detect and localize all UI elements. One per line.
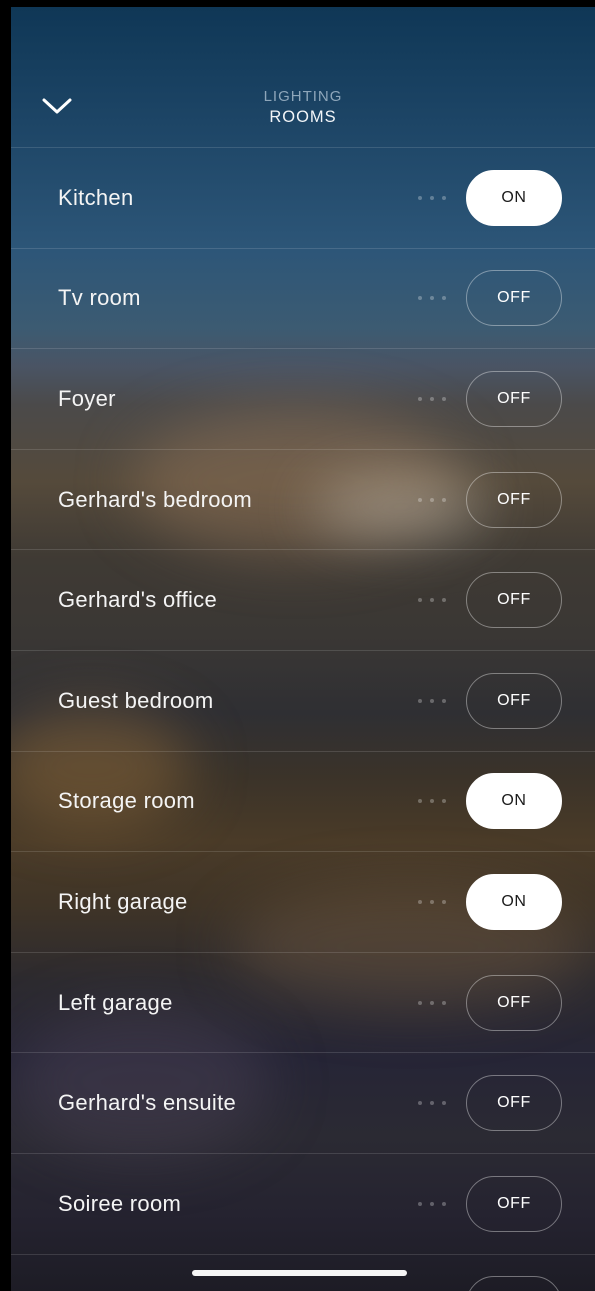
lighting-rooms-screen: LIGHTING ROOMS Kitchen ON Tv room OFF Foyer O… <box>11 7 595 1291</box>
more-dots-icon[interactable] <box>418 1097 446 1109</box>
home-indicator[interactable] <box>192 1270 407 1276</box>
dot <box>418 1201 422 1206</box>
light-toggle-button[interactable] <box>466 1276 562 1291</box>
dot <box>442 497 446 502</box>
rooms-list: Kitchen ON Tv room OFF Foyer OFF Gerhard's bed… <box>11 147 595 1291</box>
dot <box>442 296 446 301</box>
dot <box>442 195 446 200</box>
light-toggle-button[interactable]: OFF <box>466 471 562 528</box>
dot <box>442 799 446 804</box>
page-title: ROOMS <box>269 108 337 126</box>
more-dots-icon[interactable] <box>418 997 446 1009</box>
room-row[interactable]: Gerhard's bedroom OFF <box>11 448 595 550</box>
dot <box>430 698 434 703</box>
room-row[interactable]: Gerhard's ensuite OFF <box>11 1052 595 1153</box>
header-titles: LIGHTING ROOMS <box>11 87 595 128</box>
room-label: Foyer <box>58 385 116 411</box>
room-row[interactable]: Foyer OFF <box>11 348 595 449</box>
dot <box>442 1000 446 1005</box>
more-dots-icon[interactable] <box>418 192 446 204</box>
light-toggle-button[interactable]: OFF <box>466 270 562 327</box>
dot <box>430 1101 434 1106</box>
dot <box>430 497 434 502</box>
more-dots-icon[interactable] <box>418 292 446 304</box>
light-toggle-button[interactable]: OFF <box>466 572 562 629</box>
more-dots-icon[interactable] <box>418 896 446 908</box>
dot <box>418 1000 422 1005</box>
light-toggle-button[interactable]: ON <box>466 773 562 830</box>
dot <box>418 296 422 301</box>
page-subtitle: LIGHTING <box>263 88 343 105</box>
more-dots-icon[interactable] <box>418 594 446 606</box>
dot <box>418 799 422 804</box>
dot <box>442 396 446 401</box>
room-row[interactable]: Right garage ON <box>11 851 595 952</box>
room-label: Storage room <box>58 788 195 814</box>
room-label: Kitchen <box>58 184 134 210</box>
dot <box>418 899 422 904</box>
light-toggle-button[interactable]: OFF <box>466 1075 562 1132</box>
room-label: Gerhard's ensuite <box>58 1090 237 1116</box>
dot <box>418 396 422 401</box>
dot <box>442 1201 446 1206</box>
dot <box>430 296 434 301</box>
room-row[interactable]: Storage room ON <box>11 750 595 852</box>
room-row[interactable]: Tv room OFF <box>11 247 595 349</box>
more-dots-icon[interactable] <box>418 1198 446 1210</box>
dot <box>418 598 422 603</box>
light-toggle-button[interactable]: OFF <box>466 672 562 729</box>
dot <box>430 1000 434 1005</box>
more-dots-icon[interactable] <box>418 494 446 506</box>
more-dots-icon[interactable] <box>418 393 446 405</box>
room-label: Gerhard's bedroom <box>58 486 252 512</box>
dot <box>442 598 446 603</box>
dot <box>430 899 434 904</box>
room-row[interactable]: Soiree room OFF <box>11 1152 595 1254</box>
room-label: Right garage <box>58 888 188 914</box>
dot <box>442 698 446 703</box>
dot <box>418 1101 422 1106</box>
room-label: Gerhard's office <box>58 587 218 613</box>
light-toggle-button[interactable]: OFF <box>466 1175 562 1232</box>
dot <box>418 497 422 502</box>
light-toggle-button[interactable]: ON <box>466 873 562 930</box>
room-row[interactable]: Guest bedroom OFF <box>11 649 595 751</box>
room-label: Left garage <box>58 989 173 1015</box>
light-toggle-button[interactable]: OFF <box>466 370 562 427</box>
light-toggle-button[interactable]: ON <box>466 169 562 226</box>
dot <box>442 899 446 904</box>
dot <box>418 195 422 200</box>
room-row[interactable]: Kitchen ON <box>11 147 595 248</box>
more-dots-icon[interactable] <box>418 695 446 707</box>
room-row[interactable]: Left garage OFF <box>11 951 595 1053</box>
more-dots-icon[interactable] <box>418 795 446 807</box>
dot <box>442 1101 446 1106</box>
dot <box>430 598 434 603</box>
header: LIGHTING ROOMS <box>11 7 595 147</box>
light-toggle-button[interactable]: OFF <box>466 974 562 1031</box>
room-label: Guest bedroom <box>58 687 214 713</box>
dot <box>430 1201 434 1206</box>
dot <box>430 799 434 804</box>
dot <box>430 195 434 200</box>
room-row[interactable]: Gerhard's office OFF <box>11 549 595 650</box>
dot <box>430 396 434 401</box>
dot <box>418 698 422 703</box>
room-label: Soiree room <box>58 1190 182 1216</box>
room-label: Tv room <box>58 285 141 311</box>
